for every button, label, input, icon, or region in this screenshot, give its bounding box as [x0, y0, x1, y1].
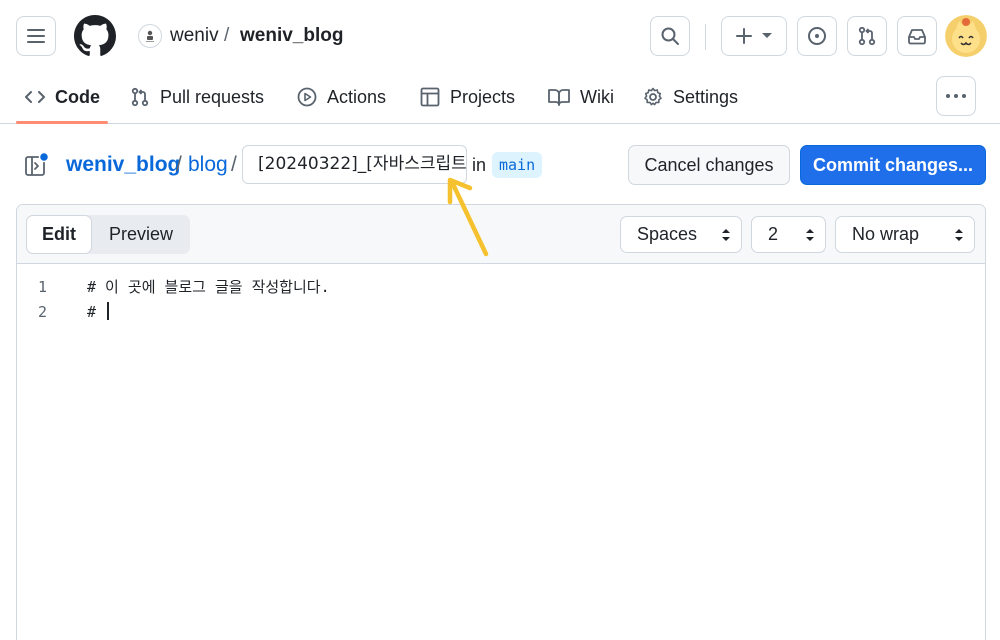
cat-avatar-icon [945, 15, 987, 57]
tab-wiki[interactable]: Wiki [548, 82, 614, 112]
tab-projects[interactable]: Projects [420, 82, 515, 112]
owner-logo-icon [146, 30, 154, 42]
pull-request-icon [131, 87, 149, 107]
tab-pull-requests[interactable]: Pull requests [130, 82, 264, 112]
wrap-mode-select[interactable]: No wrap [835, 216, 975, 253]
breadcrumb-separator: / [231, 153, 237, 176]
tab-preview[interactable]: Preview [92, 215, 190, 254]
commit-changes-button[interactable]: Commit changes... [800, 145, 986, 185]
tab-code[interactable]: Code [25, 82, 100, 112]
indent-mode-value: Spaces [637, 224, 698, 244]
line-content-text: # [87, 303, 106, 321]
code-line: 2 # [17, 299, 985, 324]
editor-tabs: Edit Preview [26, 215, 190, 254]
global-header: weniv / weniv_blog [0, 0, 1000, 72]
kebab-icon [946, 94, 966, 98]
search-button[interactable] [650, 16, 690, 56]
breadcrumb-repo-link[interactable]: weniv_blog [66, 153, 180, 177]
code-line: 1 # 이 곳에 블로그 글을 작성합니다. [17, 274, 985, 299]
wrap-mode-value: No wrap [852, 224, 920, 244]
inbox-button[interactable] [897, 16, 937, 56]
repo-link[interactable]: weniv_blog [240, 25, 343, 47]
code-editor-area[interactable]: 1 # 이 곳에 블로그 글을 작성합니다. 2 # [17, 264, 985, 640]
cancel-changes-button[interactable]: Cancel changes [628, 145, 790, 185]
code-icon [25, 91, 45, 103]
pull-requests-button[interactable] [847, 16, 887, 56]
menu-button[interactable] [16, 16, 56, 56]
tab-code-label: Code [55, 86, 100, 107]
line-number: 1 [37, 277, 47, 296]
book-icon [548, 89, 570, 106]
search-icon [661, 27, 679, 45]
tab-wiki-label: Wiki [580, 86, 614, 107]
select-caret-icon [806, 229, 814, 241]
tab-settings[interactable]: Settings [643, 82, 738, 112]
header-divider [705, 24, 706, 50]
file-editor: Edit Preview Spaces 2 No wrap 1 # 이 곳에 블… [16, 204, 986, 640]
line-content: # [87, 302, 110, 321]
plus-icon [736, 28, 752, 44]
owner-avatar[interactable] [138, 24, 162, 48]
owner-link[interactable]: weniv [170, 25, 219, 47]
indent-size-value: 2 [768, 224, 779, 244]
chevron-down-icon [762, 33, 772, 38]
line-number: 2 [37, 302, 47, 321]
table-icon [420, 87, 440, 107]
tab-pull-requests-label: Pull requests [160, 86, 265, 107]
play-icon [297, 87, 317, 107]
annotation-arrow-icon [447, 177, 489, 257]
pull-request-icon [858, 26, 876, 46]
line-content: # 이 곳에 블로그 글을 작성합니다. [87, 278, 330, 296]
issue-icon [808, 27, 826, 45]
tab-actions-label: Actions [327, 86, 387, 107]
tab-settings-label: Settings [673, 86, 739, 107]
indent-mode-select[interactable]: Spaces [620, 216, 742, 253]
repo-navigation: Code Pull requests Actions Projects Wiki… [0, 72, 1000, 124]
indent-size-select[interactable]: 2 [751, 216, 826, 253]
inbox-icon [908, 29, 926, 45]
select-caret-icon [955, 229, 963, 241]
editor-toolbar: Edit Preview Spaces 2 No wrap [17, 205, 985, 264]
issues-button[interactable] [797, 16, 837, 56]
more-options-button[interactable] [936, 76, 976, 116]
breadcrumb-directory-link[interactable]: blog [188, 153, 228, 177]
menu-icon [27, 29, 45, 43]
user-avatar[interactable] [945, 15, 987, 57]
github-logo[interactable] [74, 15, 116, 57]
create-new-button[interactable] [721, 16, 787, 56]
file-tree-icon[interactable] [24, 152, 50, 178]
tab-projects-label: Projects [450, 86, 516, 107]
tab-actions[interactable]: Actions [297, 82, 386, 112]
active-tab-indicator [16, 121, 108, 124]
owner-repo-separator: / [224, 25, 230, 46]
tab-edit[interactable]: Edit [26, 215, 92, 254]
select-caret-icon [722, 229, 730, 241]
text-cursor [107, 302, 110, 320]
breadcrumb-separator: / [176, 153, 182, 176]
gear-icon [644, 87, 662, 106]
